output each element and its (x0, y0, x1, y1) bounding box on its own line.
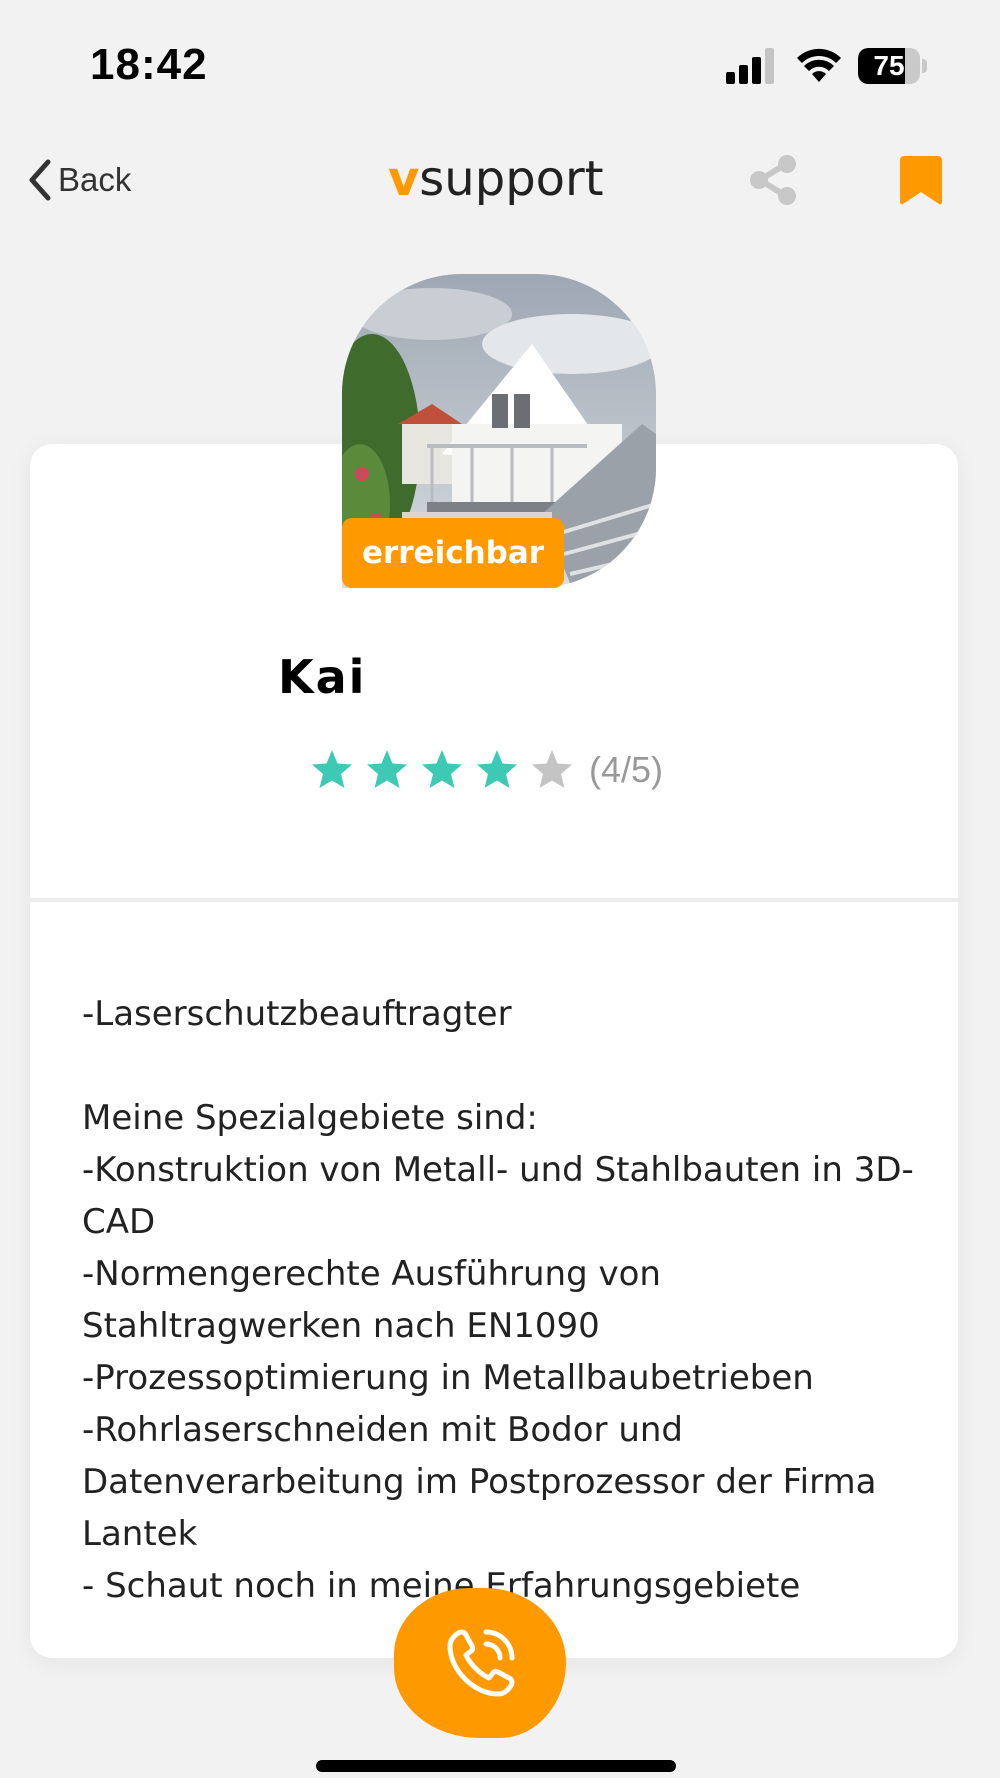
battery-icon: 75 (858, 48, 930, 84)
brand-logo: vsupport (388, 148, 608, 210)
battery-level: 75 (873, 50, 905, 81)
brand-prefix: v (388, 151, 420, 207)
status-badge: erreichbar (342, 518, 564, 588)
call-button[interactable] (394, 1588, 566, 1738)
phone-call-icon (447, 1629, 515, 1697)
star-icon (422, 750, 462, 788)
back-label: Back (58, 161, 132, 198)
share-icon[interactable] (748, 154, 800, 206)
bookmark-icon[interactable] (898, 154, 944, 206)
star-icon (312, 750, 352, 788)
star-icon (532, 750, 572, 788)
profile-description: -Laserschutzbeauftragter Meine Spezialge… (82, 994, 914, 1606)
star-icon (477, 750, 517, 788)
rating: (4/5) (310, 742, 663, 798)
brand-suffix: support (419, 151, 604, 207)
star-icon (367, 750, 407, 788)
rating-text: (4/5) (589, 749, 664, 790)
home-indicator[interactable] (316, 1760, 676, 1772)
status-bar: 18:42 75 (0, 0, 1000, 130)
profile-name: Kai (278, 650, 367, 704)
chevron-left-icon (29, 159, 51, 201)
signal-icon (726, 48, 774, 84)
status-time: 18:42 (90, 40, 208, 89)
wifi-icon (797, 48, 841, 82)
back-button[interactable]: Back (26, 150, 131, 210)
profile-card-section (30, 902, 958, 988)
